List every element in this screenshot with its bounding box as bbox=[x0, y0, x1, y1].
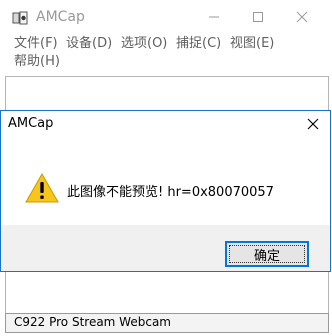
dialog-title: AMCap bbox=[8, 116, 54, 131]
dialog-title-bar[interactable]: AMCap bbox=[1, 111, 330, 137]
menu-device[interactable]: 设备(D) bbox=[66, 35, 112, 53]
menu-view[interactable]: 视图(E) bbox=[230, 35, 274, 53]
maximize-icon bbox=[253, 12, 263, 22]
maximize-button[interactable] bbox=[238, 4, 278, 30]
error-dialog: AMCap 此图像不能预览! hr=0x80070057 确定 bbox=[0, 110, 331, 272]
main-close-button[interactable] bbox=[282, 4, 322, 30]
camera-app-icon bbox=[12, 11, 28, 25]
close-icon bbox=[307, 118, 319, 130]
minimize-icon bbox=[209, 16, 219, 18]
minimize-button[interactable] bbox=[194, 4, 234, 30]
main-title-bar[interactable]: AMCap bbox=[0, 0, 332, 34]
ok-button[interactable]: 确定 bbox=[225, 241, 309, 267]
warning-icon bbox=[25, 173, 59, 203]
main-window-title: AMCap bbox=[36, 9, 85, 25]
menu-help[interactable]: 帮助(H) bbox=[14, 53, 60, 71]
menu-file[interactable]: 文件(F) bbox=[14, 35, 58, 53]
close-icon bbox=[296, 11, 308, 23]
menu-options[interactable]: 选项(O) bbox=[121, 35, 167, 53]
dialog-close-button[interactable] bbox=[300, 113, 326, 135]
dialog-body: 此图像不能预览! hr=0x80070057 bbox=[1, 137, 330, 225]
menu-capture[interactable]: 捕捉(C) bbox=[176, 35, 221, 53]
status-device-name: C922 Pro Stream Webcam bbox=[14, 315, 171, 329]
status-bar: C922 Pro Stream Webcam bbox=[5, 313, 329, 333]
dialog-message: 此图像不能预览! hr=0x80070057 bbox=[67, 185, 274, 200]
